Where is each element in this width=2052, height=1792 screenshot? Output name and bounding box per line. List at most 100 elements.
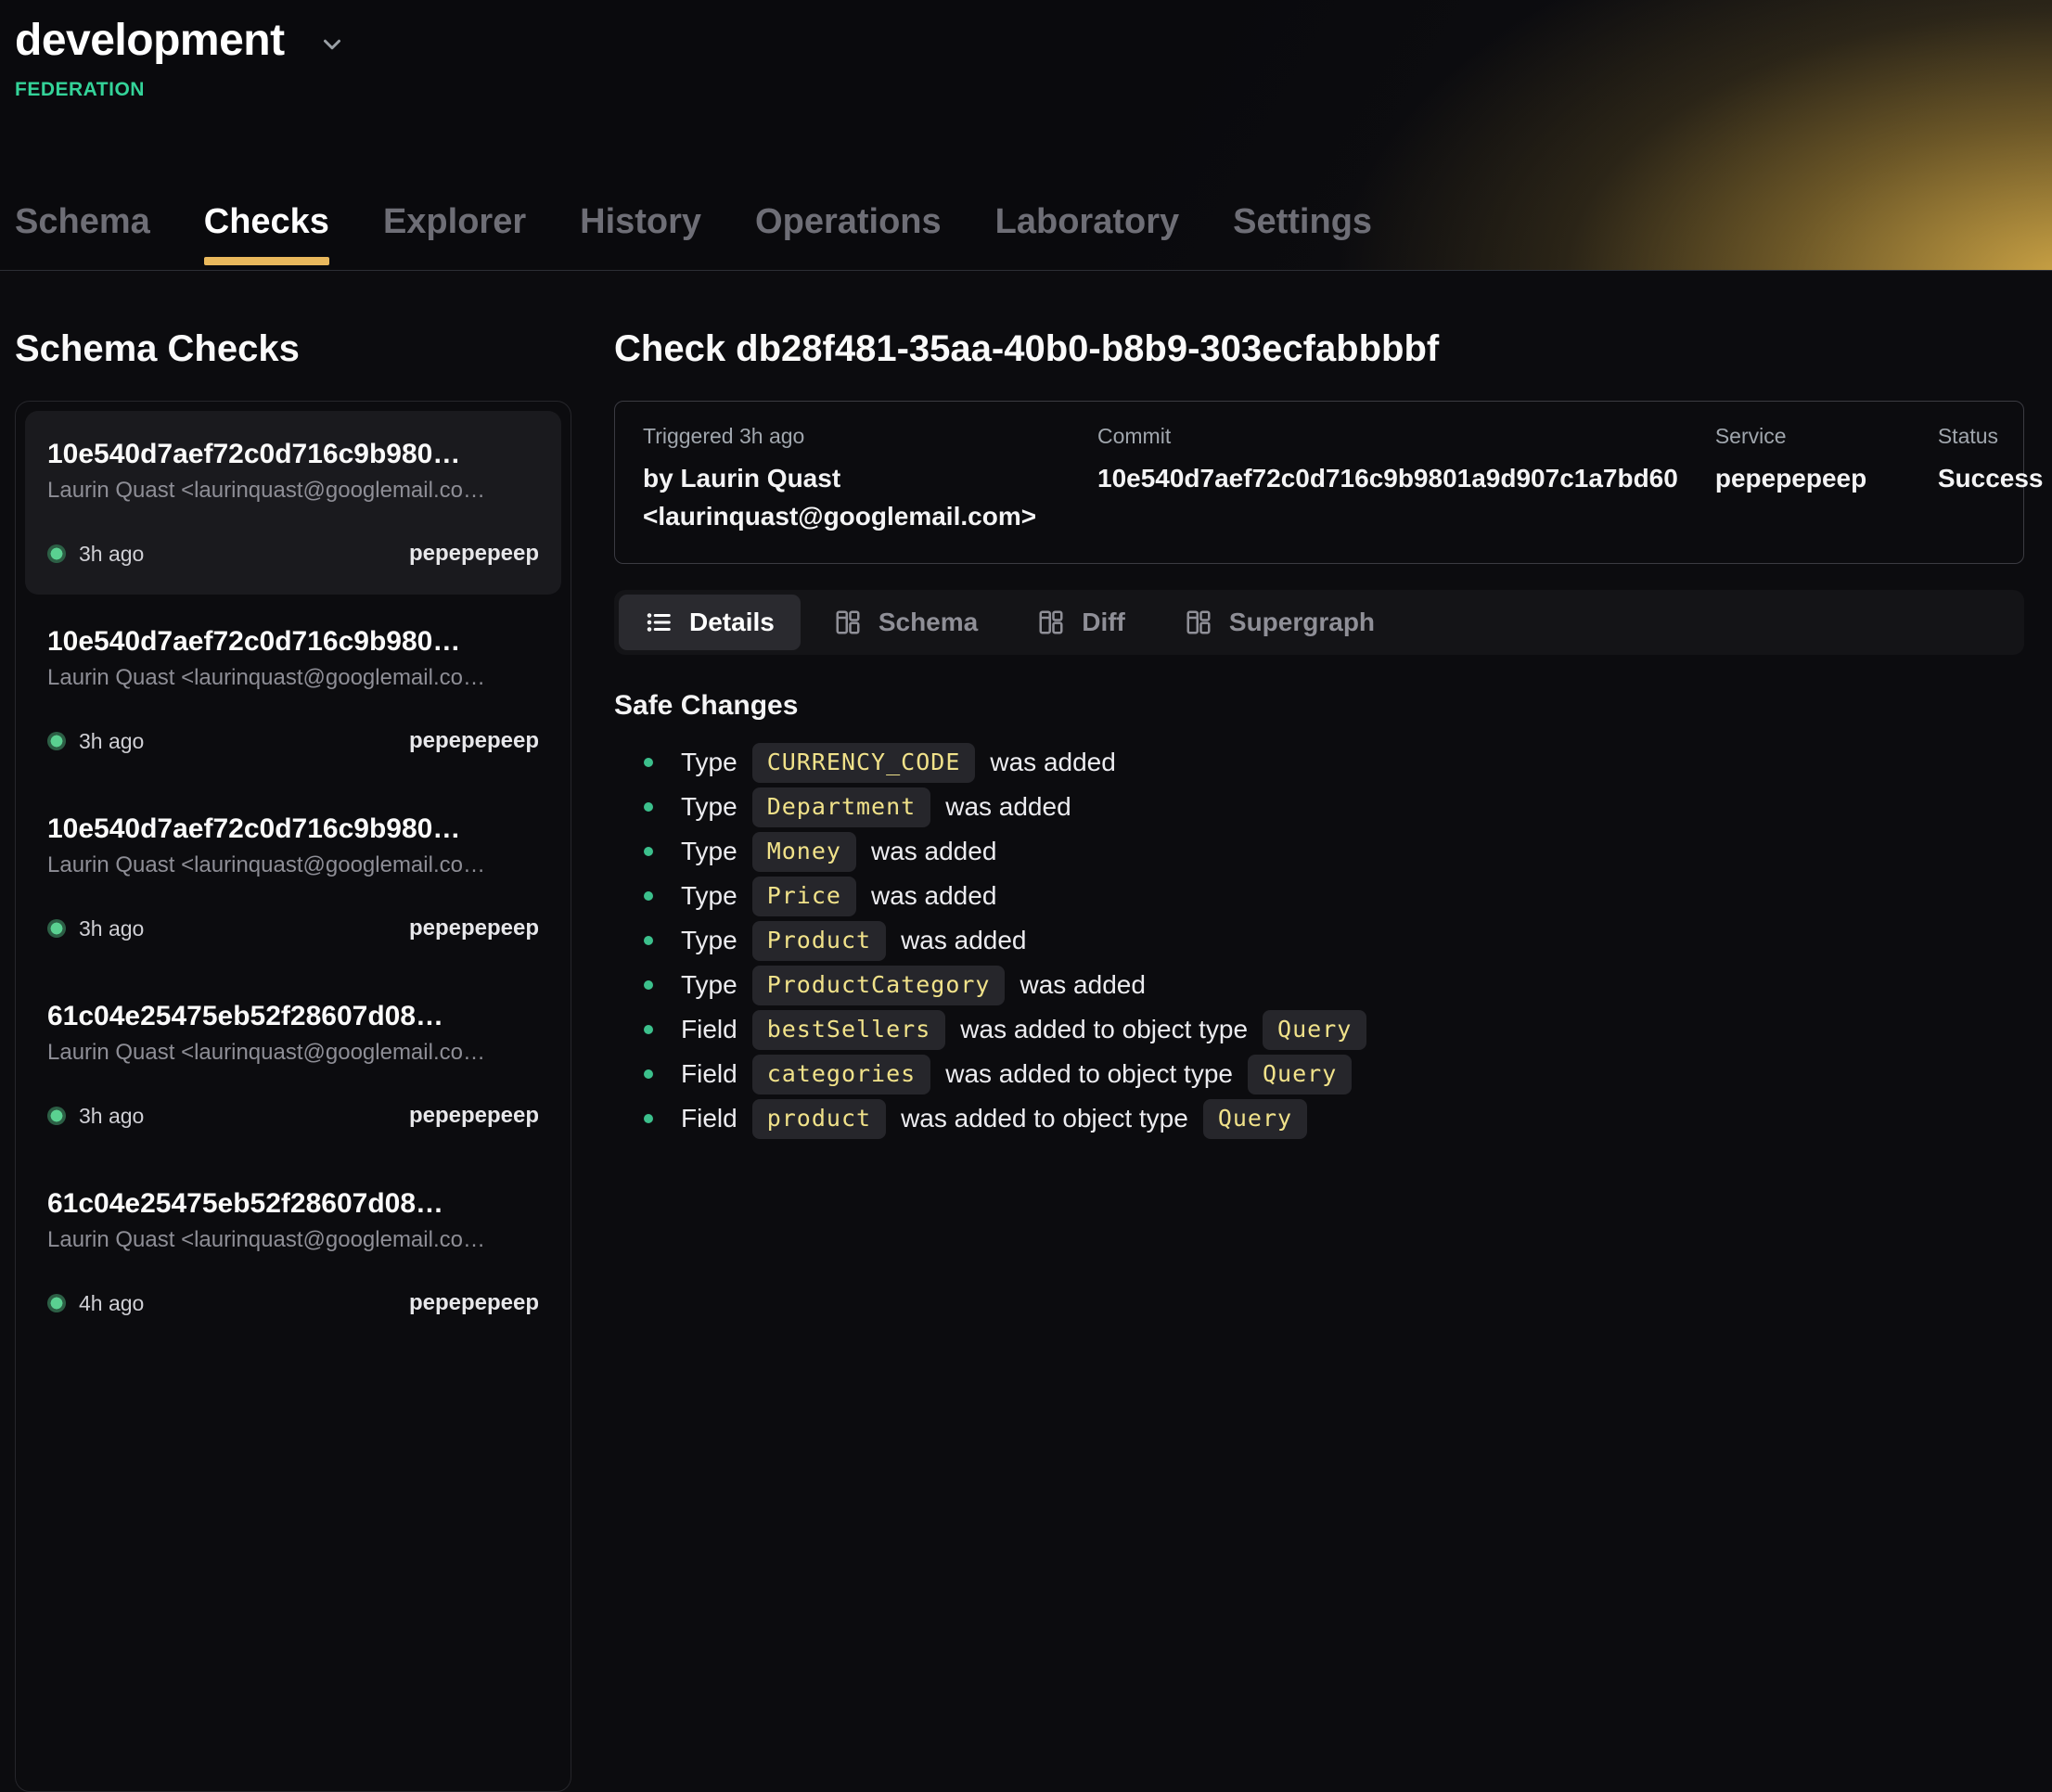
check-service-name: pepepepeep — [409, 915, 539, 941]
summary-service: Service pepepepeep — [1715, 424, 1901, 535]
nav-tab-explorer[interactable]: Explorer — [383, 202, 526, 270]
change-kind: Type — [681, 837, 737, 866]
change-row: TypeProductwas added — [614, 918, 2024, 963]
change-row: Fieldcategorieswas added to object typeQ… — [614, 1052, 2024, 1096]
view-tab-label: Schema — [879, 608, 978, 637]
check-meta-row: 3h agopepepepeep — [47, 1103, 539, 1129]
check-author: Laurin Quast <laurinquast@googlemail.co… — [47, 1040, 539, 1066]
change-text: was added to object type — [960, 1015, 1248, 1044]
change-target-chip: Query — [1263, 1010, 1366, 1050]
bullet-icon — [644, 847, 653, 856]
check-time-label: 3h ago — [79, 542, 144, 567]
view-tab-label: Supergraph — [1229, 608, 1375, 637]
check-view-tabs: Details Schema Diff Supergraph — [614, 590, 2024, 655]
change-kind: Type — [681, 748, 737, 777]
nav-tab-checks[interactable]: Checks — [204, 202, 329, 270]
bullet-icon — [644, 1069, 653, 1079]
view-tab-label: Details — [689, 608, 775, 637]
commit-hash: 10e540d7aef72c0d716c9b9801a9d907c1a7bd60 — [1097, 460, 1678, 498]
check-commit-title: 10e540d7aef72c0d716c9b980… — [47, 439, 539, 470]
check-time-label: 3h ago — [79, 729, 144, 754]
check-commit-title: 61c04e25475eb52f28607d08… — [47, 1188, 539, 1220]
change-text: was added — [871, 881, 996, 911]
nav-tab-schema[interactable]: Schema — [15, 202, 150, 270]
service-name: pepepepeep — [1715, 460, 1901, 498]
view-tab-schema[interactable]: Schema — [808, 595, 1004, 650]
check-service-name: pepepepeep — [409, 541, 539, 567]
change-kind: Type — [681, 926, 737, 955]
panels-icon — [1037, 608, 1065, 636]
check-time: 3h ago — [47, 1104, 144, 1129]
change-code-chip: ProductCategory — [752, 966, 1006, 1005]
check-list-item[interactable]: 61c04e25475eb52f28607d08… Laurin Quast <l… — [25, 1160, 561, 1344]
change-code-chip: bestSellers — [752, 1010, 946, 1050]
summary-commit: Commit 10e540d7aef72c0d716c9b9801a9d907c… — [1097, 424, 1678, 535]
check-meta-row: 3h agopepepepeep — [47, 728, 539, 754]
change-kind: Type — [681, 792, 737, 822]
panels-icon — [834, 608, 862, 636]
check-list-item[interactable]: 61c04e25475eb52f28607d08… Laurin Quast <l… — [25, 973, 561, 1157]
check-commit-title: 10e540d7aef72c0d716c9b980… — [47, 626, 539, 658]
change-code-chip: Price — [752, 877, 856, 916]
change-text: was added — [990, 748, 1115, 777]
nav-tab-history[interactable]: History — [580, 202, 701, 270]
change-row: Field bestSellers was added to object type… — [614, 1007, 2024, 1052]
nav-tab-laboratory[interactable]: Laboratory — [995, 202, 1179, 270]
check-title: Check db28f481-35aa-40b0-b8b9-303ecfabbb… — [614, 326, 2024, 371]
change-kind: Field — [681, 1015, 737, 1044]
panels-icon — [1185, 608, 1212, 636]
check-author: Laurin Quast <laurinquast@googlemail.co… — [47, 478, 539, 504]
primary-nav: Schema Checks Explorer History Operations Lab… — [15, 202, 1372, 270]
triggered-email: <laurinquast@googlemail.com> — [643, 498, 1060, 536]
check-list-item[interactable]: 10e540d7aef72c0d716c9b980… Laurin Quast <… — [25, 411, 561, 595]
project-type-badge: FEDERATION — [15, 79, 2052, 101]
commit-label: Commit — [1097, 424, 1678, 449]
change-text: was added — [945, 792, 1071, 822]
check-meta-row: 3h ago pepepepeep — [47, 915, 539, 941]
change-text: was added — [871, 837, 996, 866]
check-time: 3h ago — [47, 916, 144, 941]
change-row: Type Money was added — [614, 829, 2024, 874]
check-meta-row: 3h ago pepepepeep — [47, 541, 539, 567]
nav-tab-settings[interactable]: Settings — [1233, 202, 1372, 270]
change-code-chip: product — [752, 1099, 886, 1139]
chevron-down-icon[interactable] — [318, 31, 346, 58]
safe-changes-title: Safe Changes — [614, 690, 2024, 722]
change-target-chip: Query — [1203, 1099, 1307, 1139]
nav-tab-operations[interactable]: Operations — [755, 202, 942, 270]
status-label: Status — [1938, 424, 2052, 449]
check-list-item[interactable]: 10e540d7aef72c0d716c9b980…Laurin Quast <… — [25, 786, 561, 969]
change-kind: Type — [681, 881, 737, 911]
check-time-label: 3h ago — [79, 1104, 144, 1129]
view-tab-details[interactable]: Details — [619, 595, 801, 650]
change-row: TypeProductCategorywas added — [614, 963, 2024, 1007]
check-time: 3h ago — [47, 542, 144, 567]
change-target-chip: Query — [1248, 1055, 1352, 1094]
status-dot-icon — [47, 544, 66, 563]
check-meta-row: 4h agopepepepeep — [47, 1290, 539, 1316]
schema-checks-sidebar: Schema Checks 10e540d7aef72c0d716c9b980…… — [15, 271, 571, 1792]
bullet-icon — [644, 802, 653, 812]
check-author: Laurin Quast <laurinquast@googlemail.co… — [47, 1227, 539, 1253]
change-code-chip: Product — [752, 921, 886, 961]
bullet-icon — [644, 980, 653, 990]
triggered-by: by Laurin Quast — [643, 460, 1060, 498]
view-tab-diff[interactable]: Diff — [1011, 595, 1151, 650]
change-text: was added to object type — [901, 1104, 1188, 1133]
list-icon — [645, 608, 673, 636]
view-tab-supergraph[interactable]: Supergraph — [1159, 595, 1401, 650]
check-author: Laurin Quast <laurinquast@googlemail.co… — [47, 852, 539, 878]
check-detail-panel: Check db28f481-35aa-40b0-b8b9-303ecfabbb… — [614, 271, 2024, 1141]
status-dot-icon — [47, 919, 66, 938]
change-row: TypeCURRENCY_CODEwas added — [614, 740, 2024, 785]
check-commit-title: 61c04e25475eb52f28607d08… — [47, 1001, 539, 1032]
bullet-icon — [644, 891, 653, 901]
summary-status: Status Success — [1938, 424, 2052, 535]
change-text: was added to object type — [945, 1059, 1233, 1089]
check-list-item[interactable]: 10e540d7aef72c0d716c9b980…Laurin Quast <… — [25, 598, 561, 782]
sidebar-title: Schema Checks — [15, 326, 571, 371]
change-code-chip: Money — [752, 832, 856, 872]
check-summary-box: Triggered 3h ago by Laurin Quast <laurin… — [614, 401, 2024, 564]
change-kind: Field — [681, 1059, 737, 1089]
status-dot-icon — [47, 732, 66, 750]
